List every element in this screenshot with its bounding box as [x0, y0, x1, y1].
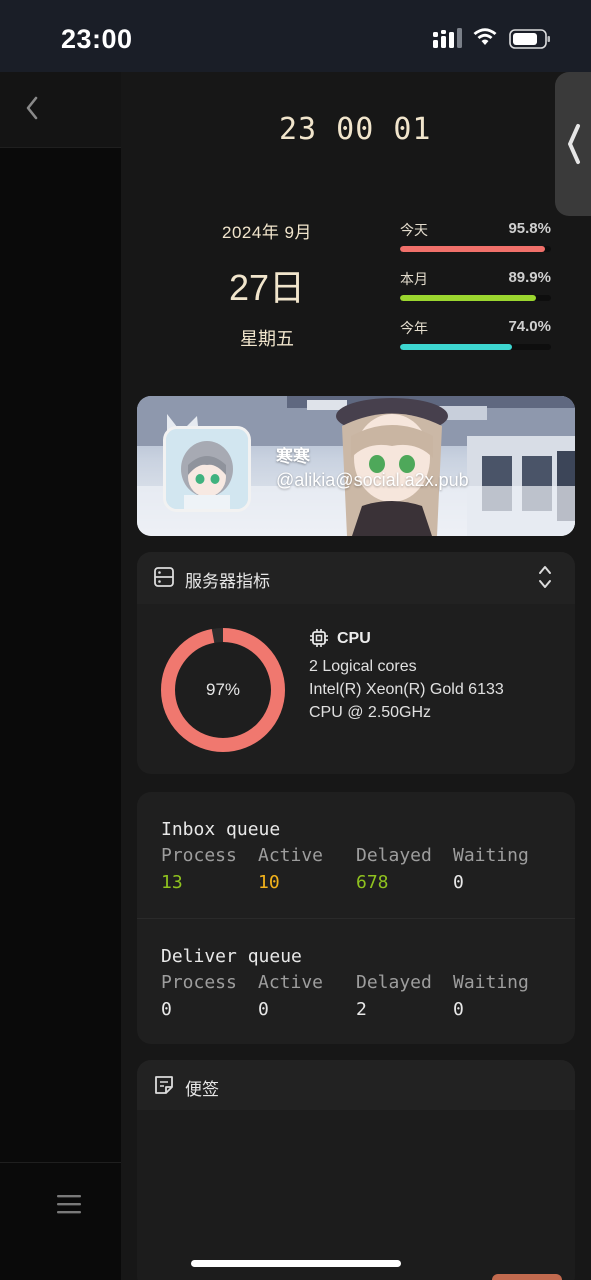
progress-track [400, 246, 551, 252]
server-icon [154, 567, 174, 587]
progress-year: 今年 74.0% [400, 318, 551, 367]
cpu-model-line1: Intel(R) Xeon(R) Gold 6133 [309, 681, 504, 698]
clock-time: 23 00 01 [279, 112, 432, 147]
date-weekday: 星期五 [240, 329, 294, 349]
job-queue-card: Inbox queue Process 13 Active 10 Delayed… [137, 792, 575, 1044]
cpu-chip-icon [310, 629, 328, 647]
progress-label: 今天 [400, 222, 428, 238]
inbox-queue: Inbox queue Process 13 Active 10 Delayed… [137, 792, 575, 918]
progress-label: 本月 [400, 271, 428, 287]
progress-fill [400, 295, 536, 301]
progress-value: 74.0% [508, 318, 551, 335]
queue-column-value: 0 [453, 872, 464, 893]
queue-title: Deliver queue [161, 946, 302, 967]
hamburger-menu-icon[interactable] [56, 1193, 82, 1215]
progress-track [400, 344, 551, 350]
server-metrics-title: 服务器指标 [185, 572, 270, 591]
notes-textarea[interactable] [137, 1110, 575, 1280]
progress-today: 今天 95.8% [400, 220, 551, 269]
profile-name: 寒寒 [276, 447, 310, 466]
home-indicator[interactable] [191, 1260, 401, 1267]
queue-column-value: 0 [258, 999, 269, 1020]
cpu-cores: 2 Logical cores [309, 658, 417, 675]
status-time: 23:00 [61, 24, 133, 54]
queue-column-label: Waiting [453, 845, 529, 866]
date-year-month: 2024年 9月 [222, 223, 312, 242]
main-content: 23 00 01 2024年 9月 27日 星期五 今天 95.8% 本月 89… [121, 72, 591, 1280]
progress-fill [400, 344, 512, 350]
date-day: 27日 [228, 267, 306, 308]
sidebar-header [0, 72, 121, 148]
server-metrics-header[interactable]: 服务器指标 [137, 552, 575, 604]
queue-column: Waiting 0 [453, 972, 553, 1020]
status-bar: 23:00 [0, 0, 591, 72]
queue-column-label: Delayed [356, 845, 432, 866]
queue-column-label: Process [161, 845, 237, 866]
chevron-left-icon [568, 124, 580, 164]
queue-column-label: Process [161, 972, 237, 993]
queue-column-label: Active [258, 972, 324, 993]
queue-column-value: 0 [453, 999, 464, 1020]
note-icon [155, 1076, 173, 1094]
progress-value: 89.9% [508, 269, 551, 286]
queue-title: Inbox queue [161, 819, 281, 840]
deliver-queue: Deliver queue Process 0 Active 0 Delayed… [137, 918, 575, 1044]
cpu-title: CPU [337, 630, 371, 647]
queue-column: Waiting 0 [453, 845, 553, 893]
notes-header: 便签 [137, 1060, 575, 1110]
queue-column-value: 678 [356, 872, 389, 893]
expand-collapse-icon[interactable] [537, 563, 553, 591]
queue-column-label: Active [258, 845, 324, 866]
battery-icon [509, 29, 550, 49]
queue-column: Delayed 678 [356, 845, 456, 893]
queue-column-value: 2 [356, 999, 367, 1020]
progress-value: 95.8% [508, 220, 551, 237]
queue-column-value: 13 [161, 872, 183, 893]
queue-column-label: Waiting [453, 972, 529, 993]
profile-handle[interactable]: @alikia@social.a2x.pub [276, 470, 469, 491]
queue-column-value: 0 [161, 999, 172, 1020]
progress-track [400, 295, 551, 301]
queue-column: Process 0 [161, 972, 261, 1020]
profile-banner[interactable]: 寒寒 @alikia@social.a2x.pub [137, 396, 575, 536]
queue-column-value: 10 [258, 872, 280, 893]
server-metrics-card: 服务器指标 97% CPU 2 Logical cores Intel(R) X… [137, 552, 575, 774]
edge-panel-handle[interactable] [555, 72, 591, 216]
queue-column: Active 0 [258, 972, 358, 1020]
queue-column-label: Delayed [356, 972, 432, 993]
wifi-icon [473, 28, 497, 45]
sidebar [0, 72, 121, 1280]
avatar-image [166, 429, 248, 509]
cellular-signal-icon [433, 28, 462, 48]
avatar[interactable] [163, 426, 251, 512]
progress-fill [400, 246, 545, 252]
queue-column: Delayed 2 [356, 972, 456, 1020]
back-chevron-icon[interactable] [22, 94, 42, 122]
time-progress-list: 今天 95.8% 本月 89.9% 今年 74.0% [400, 220, 551, 367]
notes-card: 便签 [137, 1060, 575, 1280]
progress-label: 今年 [400, 320, 428, 336]
sidebar-footer [0, 1162, 121, 1280]
progress-month: 本月 89.9% [400, 269, 551, 318]
floating-action-button[interactable] [492, 1274, 562, 1280]
cpu-model-line2: CPU @ 2.50GHz [309, 704, 432, 721]
date-widget: 2024年 9月 27日 星期五 [199, 218, 335, 351]
notes-title: 便签 [185, 1080, 219, 1099]
queue-column: Active 10 [258, 845, 358, 893]
queue-column: Process 13 [161, 845, 261, 893]
cpu-usage-percent: 97% [205, 680, 241, 699]
